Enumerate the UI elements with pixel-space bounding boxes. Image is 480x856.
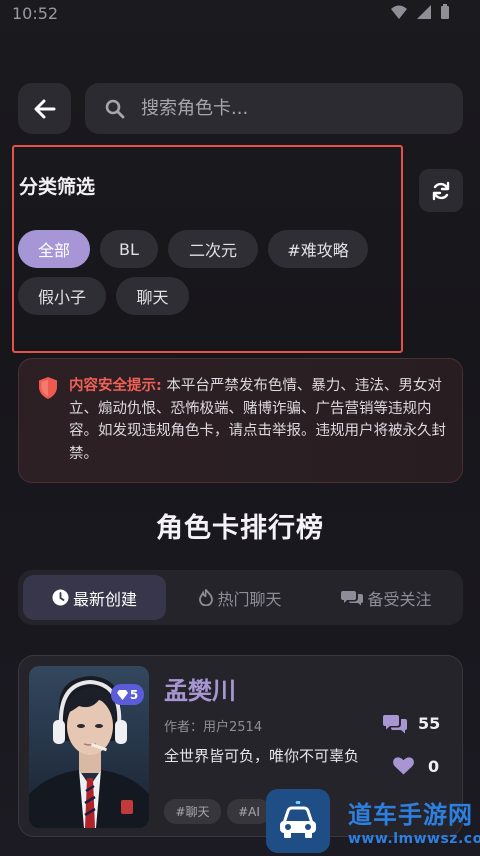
safety-notice: 内容安全提示: 本平台严禁发布色情、暴力、违法、男女对立、煽动仇恨、恐怖极端、赌… (18, 358, 463, 483)
shield-icon (39, 377, 57, 399)
search-icon (105, 99, 125, 118)
heart-icon[interactable] (393, 757, 414, 775)
filter-chip-all[interactable]: 全部 (18, 230, 90, 268)
tab-hot-chat-label: 热门聊天 (217, 589, 282, 609)
filter-chip-anime[interactable]: 二次元 (168, 230, 258, 268)
watermark-logo (266, 789, 330, 853)
character-description: 全世界皆可负，唯你不可辜负 (164, 747, 360, 765)
ranking-title: 角色卡排行榜 (156, 513, 324, 544)
gem-count: 5 (129, 687, 139, 702)
refresh-button[interactable] (419, 169, 463, 212)
refresh-icon (432, 181, 450, 200)
tab-newest[interactable]: 最新创建 (23, 575, 166, 620)
signal-icon (417, 5, 431, 19)
tag-ai[interactable]: #AI (227, 799, 271, 824)
tab-most-followed-label: 备受关注 (367, 589, 432, 609)
filter-title: 分类筛选 (19, 176, 96, 198)
tab-hot-chat[interactable]: 热门聊天 (169, 575, 312, 620)
tag-chat[interactable]: #聊天 (164, 799, 221, 824)
diamond-icon (116, 689, 128, 700)
arrow-left-icon (34, 99, 55, 118)
tab-newest-label: 最新创建 (72, 589, 137, 609)
character-name: 孟樊川 (164, 677, 236, 705)
status-time: 10:52 (12, 4, 59, 23)
filter-chip-bl[interactable]: BL (100, 230, 158, 268)
search-bar[interactable] (85, 83, 463, 134)
chat-count-icon (383, 715, 407, 734)
notice-label: 内容安全提示: (69, 378, 162, 394)
watermark-site-name: 道车手游网 (348, 801, 473, 829)
clock-icon (52, 589, 69, 606)
car-logo-icon (280, 801, 316, 838)
like-count: 0 (428, 757, 440, 776)
status-bar: 10:52 (0, 0, 480, 30)
watermark-url: www.lmwwsz.com (348, 831, 480, 847)
gem-badge: 5 (111, 684, 144, 705)
filter-chip-hard[interactable]: #难攻略 (268, 230, 368, 268)
filter-chip-chat[interactable]: 聊天 (116, 277, 189, 315)
site-watermark: 道车手游网 www.lmwwsz.com (266, 787, 480, 856)
character-avatar[interactable]: 5 (29, 666, 149, 828)
wifi-icon (391, 5, 407, 19)
filter-chip-tomboy[interactable]: 假小子 (18, 277, 106, 315)
fire-icon (199, 589, 214, 606)
tab-most-followed[interactable]: 备受关注 (315, 575, 458, 620)
search-input[interactable] (141, 98, 421, 119)
comments-icon (341, 591, 364, 606)
back-button[interactable] (18, 83, 71, 134)
chat-count: 55 (418, 714, 441, 733)
ranking-tabs: 最新创建 热门聊天 备受关注 (18, 570, 463, 625)
character-author: 作者：用户2514 (164, 720, 263, 735)
battery-icon (441, 4, 449, 19)
